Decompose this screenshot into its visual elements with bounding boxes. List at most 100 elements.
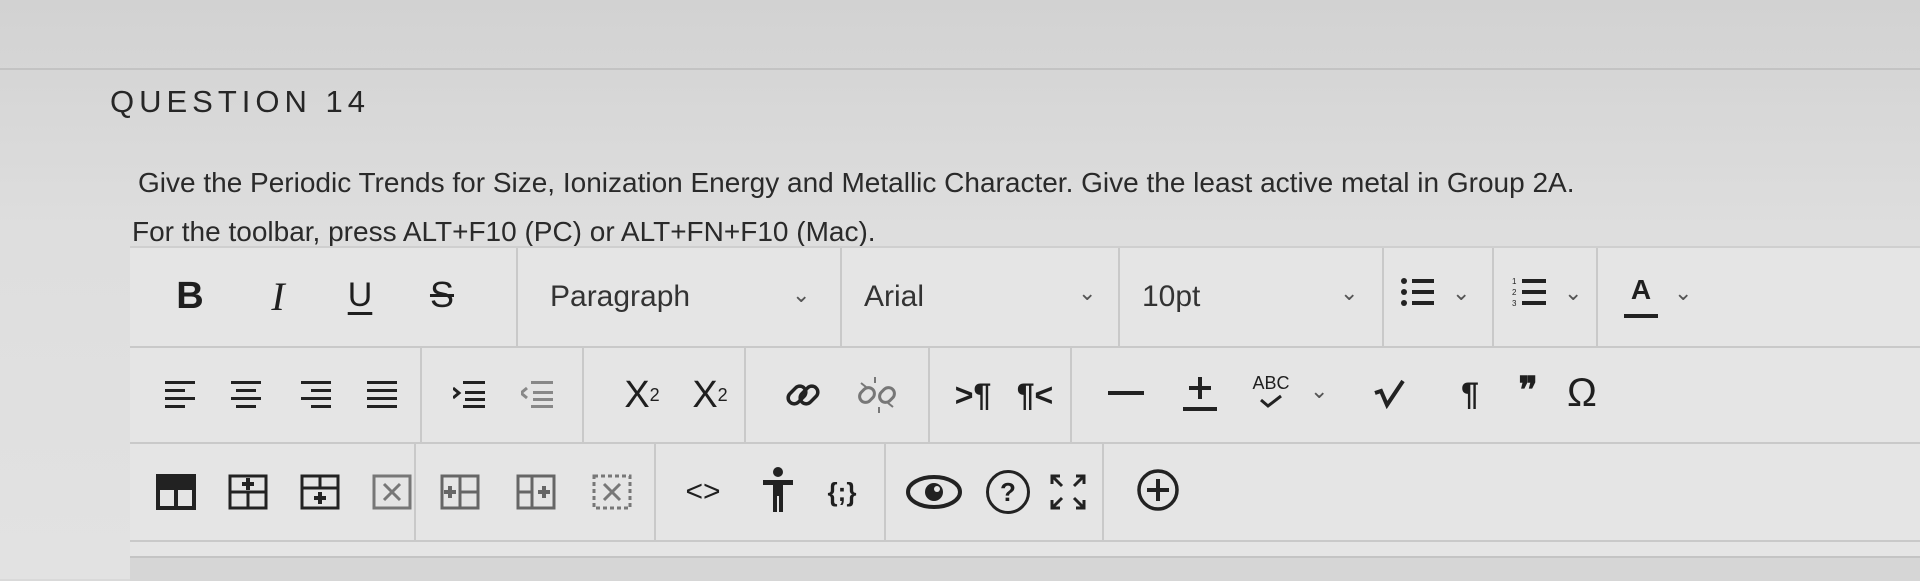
- script-group: X2 X2: [582, 348, 746, 442]
- link-button[interactable]: [780, 372, 826, 418]
- check-icon: [1260, 394, 1282, 408]
- help-button[interactable]: ?: [986, 470, 1030, 514]
- ltr-button[interactable]: >¶: [948, 372, 998, 418]
- insert-row-below-button[interactable]: [298, 472, 342, 512]
- font-size-value: 10pt: [1142, 280, 1201, 313]
- chevron-down-icon: ⌄: [1340, 280, 1359, 305]
- bullet-list-button[interactable]: ⌄: [1382, 248, 1494, 346]
- insert-row-button[interactable]: [226, 472, 270, 512]
- superscript-exponent: 2: [649, 384, 660, 405]
- text-color-icon: A: [1624, 266, 1658, 318]
- toolbar-row-1: B I U S Paragraph ⌄ Arial ⌄ 10pt ⌄ ⌄ 1 2 3: [130, 248, 1920, 348]
- chevron-down-icon: ⌄: [1564, 280, 1583, 305]
- preview-button[interactable]: [904, 472, 964, 512]
- accessibility-icon: [763, 467, 793, 512]
- unlink-icon: [858, 377, 896, 413]
- accessibility-button[interactable]: [758, 462, 798, 518]
- editor-content-area[interactable]: [130, 556, 1920, 581]
- align-right-button[interactable]: [300, 378, 334, 412]
- strikethrough-button[interactable]: S: [422, 270, 462, 320]
- math-button[interactable]: [1370, 374, 1410, 414]
- outdent-button[interactable]: [520, 378, 556, 412]
- subscript-button[interactable]: X2: [682, 370, 738, 420]
- insert-column-after-icon: [516, 474, 556, 510]
- bullet-list-icon: [1398, 272, 1438, 312]
- link-icon: [786, 384, 820, 406]
- direction-group: >¶ ¶<: [928, 348, 1072, 442]
- table-button[interactable]: [154, 472, 198, 512]
- svg-text:1: 1: [1512, 277, 1517, 286]
- unlink-button[interactable]: [854, 372, 900, 418]
- superscript-button[interactable]: X2: [612, 370, 672, 420]
- underline-button[interactable]: U: [340, 270, 380, 320]
- chevron-down-icon: ⌄: [1452, 280, 1471, 305]
- text-color-button[interactable]: A ⌄: [1596, 248, 1920, 346]
- subscript-icon: X: [692, 373, 718, 416]
- spellcheck-button[interactable]: ABC: [1246, 364, 1296, 416]
- subscript-index: 2: [717, 384, 728, 405]
- chevron-down-icon: ⌄: [792, 282, 811, 307]
- preview-icon: [906, 475, 962, 509]
- fullscreen-button[interactable]: [1048, 472, 1088, 512]
- column-group: [414, 444, 656, 540]
- question-title: QUESTION 14: [110, 84, 370, 119]
- justify-button[interactable]: [366, 378, 400, 412]
- table-icon: [156, 474, 196, 510]
- outdent-icon: [521, 381, 553, 408]
- plus-minus-button[interactable]: [1180, 370, 1220, 416]
- delete-cell-icon: [592, 474, 632, 510]
- toolbar-hint: For the toolbar, press ALT+F10 (PC) or A…: [132, 216, 876, 247]
- paragraph-select-value: Paragraph: [550, 280, 691, 313]
- font-size-select[interactable]: 10pt ⌄: [1118, 248, 1384, 346]
- align-left-button[interactable]: [164, 378, 198, 412]
- code-group: <> {;}: [654, 444, 886, 540]
- quote-button[interactable]: ❞: [1510, 368, 1546, 412]
- indent-button[interactable]: [452, 378, 488, 412]
- toolbar-row-2: X2 X2 >¶ ¶< ABC ⌄ ¶ ❞ Ω: [130, 348, 1920, 444]
- indent-group: [420, 348, 584, 442]
- question-text: Give the Periodic Trends for Size, Ioniz…: [138, 167, 1575, 198]
- font-family-select[interactable]: Arial ⌄: [840, 248, 1120, 346]
- link-group: [744, 348, 930, 442]
- delete-cell-button[interactable]: [590, 472, 634, 512]
- spellcheck-icon: ABC: [1252, 372, 1290, 393]
- italic-button[interactable]: I: [260, 272, 296, 320]
- horizontal-line-button[interactable]: [1106, 388, 1146, 398]
- superscript-icon: X: [624, 373, 650, 416]
- font-family-value: Arial: [864, 280, 925, 313]
- pilcrow-button[interactable]: ¶: [1452, 372, 1488, 416]
- svg-text:3: 3: [1512, 299, 1517, 308]
- delete-row-button[interactable]: [370, 472, 414, 512]
- numbered-list-button[interactable]: 1 2 3 ⌄: [1492, 248, 1598, 346]
- insert-row-icon: [228, 474, 268, 510]
- code-button[interactable]: <>: [678, 470, 728, 514]
- rich-text-editor: B I U S Paragraph ⌄ Arial ⌄ 10pt ⌄ ⌄ 1 2 3: [130, 246, 1920, 558]
- indent-icon: [453, 381, 485, 408]
- fullscreen-icon: [1050, 474, 1086, 510]
- chevron-down-icon: ⌄: [1078, 280, 1097, 305]
- insert-column-button[interactable]: [438, 472, 482, 512]
- toolbar-row-3: <> {;} ?: [130, 444, 1920, 542]
- omega-button[interactable]: Ω: [1560, 368, 1604, 418]
- table-group: [130, 444, 416, 540]
- add-content-icon: [1137, 469, 1179, 511]
- alignment-group: [130, 348, 422, 442]
- horizontal-line-icon: [1108, 391, 1144, 395]
- chevron-down-icon: ⌄: [1310, 378, 1329, 403]
- delete-table-icon: [372, 474, 412, 510]
- chevron-down-icon: ⌄: [1674, 280, 1693, 305]
- math-icon: [1374, 379, 1405, 409]
- code-block-button[interactable]: {;}: [814, 470, 870, 514]
- align-center-button[interactable]: [230, 378, 264, 412]
- add-content-button[interactable]: [1134, 466, 1182, 514]
- paragraph-format-select[interactable]: Paragraph ⌄: [516, 248, 842, 346]
- svg-text:2: 2: [1512, 288, 1517, 297]
- insert-group: ABC ⌄ ¶ ❞ Ω: [1070, 348, 1920, 442]
- align-center-icon: [231, 381, 261, 408]
- bold-button[interactable]: B: [170, 274, 210, 318]
- insert-row-below-icon: [300, 474, 340, 510]
- align-left-icon: [165, 381, 195, 408]
- insert-column-after-button[interactable]: [514, 472, 558, 512]
- justify-icon: [367, 381, 397, 408]
- rtl-button[interactable]: ¶<: [1010, 372, 1060, 418]
